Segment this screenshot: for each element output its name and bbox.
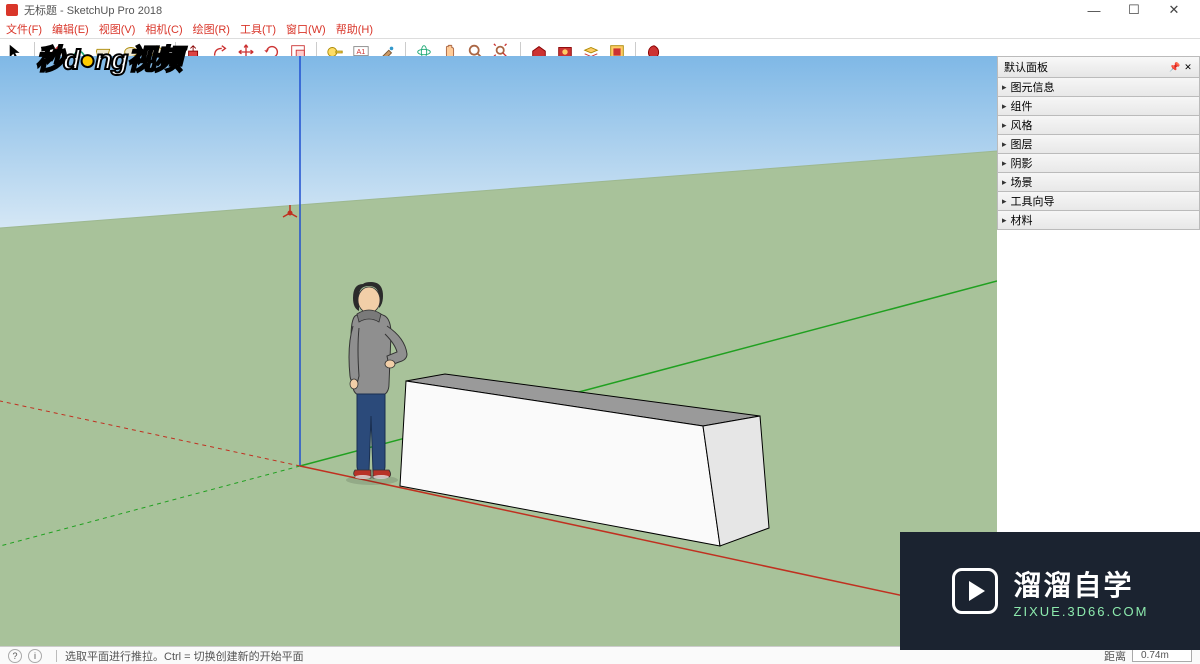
tray-item-instructor[interactable]: 工具向导 bbox=[997, 192, 1200, 211]
play-icon bbox=[952, 568, 998, 614]
menubar: 文件(F) 编辑(E) 视图(V) 相机(C) 绘图(R) 工具(T) 窗口(W… bbox=[0, 20, 1200, 38]
maximize-button[interactable]: ☐ bbox=[1114, 2, 1154, 18]
window-title: 无标题 - SketchUp Pro 2018 bbox=[24, 2, 162, 18]
tray-pin-icon[interactable]: 📌 bbox=[1169, 62, 1179, 72]
status-hint: 选取平面进行推拉。Ctrl = 切换创建新的开始平面 bbox=[65, 648, 304, 664]
default-tray: 默认面板 📌 ✕ 图元信息 组件 风格 图层 阴影 场景 工具向导 材料 bbox=[997, 56, 1200, 230]
tray-item-components[interactable]: 组件 bbox=[997, 97, 1200, 116]
close-button[interactable]: ✕ bbox=[1154, 2, 1194, 18]
tray-item-scenes[interactable]: 场景 bbox=[997, 173, 1200, 192]
tray-title[interactable]: 默认面板 📌 ✕ bbox=[997, 56, 1200, 78]
menu-file[interactable]: 文件(F) bbox=[6, 21, 42, 37]
tray-item-layers[interactable]: 图层 bbox=[997, 135, 1200, 154]
measure-value[interactable]: 0.74m bbox=[1132, 649, 1192, 662]
info-icon[interactable]: i bbox=[28, 649, 42, 663]
menu-edit[interactable]: 编辑(E) bbox=[52, 21, 89, 37]
tray-item-entity-info[interactable]: 图元信息 bbox=[997, 78, 1200, 97]
tray-item-styles[interactable]: 风格 bbox=[997, 116, 1200, 135]
minimize-button[interactable]: — bbox=[1074, 3, 1114, 18]
tray-item-materials[interactable]: 材料 bbox=[997, 211, 1200, 230]
menu-draw[interactable]: 绘图(R) bbox=[193, 21, 230, 37]
site-watermark: 溜溜自学 ZIXUE.3D66.COM bbox=[900, 532, 1200, 650]
help-icon[interactable]: ? bbox=[8, 649, 22, 663]
app-icon bbox=[6, 4, 18, 16]
video-watermark: 秒d●ng视频 bbox=[36, 38, 181, 78]
tray-item-shadows[interactable]: 阴影 bbox=[997, 154, 1200, 173]
menu-window[interactable]: 窗口(W) bbox=[286, 21, 326, 37]
svg-text:A1: A1 bbox=[357, 47, 366, 56]
menu-camera[interactable]: 相机(C) bbox=[145, 21, 182, 37]
titlebar: 无标题 - SketchUp Pro 2018 — ☐ ✕ bbox=[0, 0, 1200, 20]
menu-tools[interactable]: 工具(T) bbox=[240, 21, 276, 37]
menu-help[interactable]: 帮助(H) bbox=[336, 21, 373, 37]
viewport-3d[interactable] bbox=[0, 56, 997, 654]
tray-close-icon[interactable]: ✕ bbox=[1183, 62, 1193, 72]
menu-view[interactable]: 视图(V) bbox=[99, 21, 136, 37]
